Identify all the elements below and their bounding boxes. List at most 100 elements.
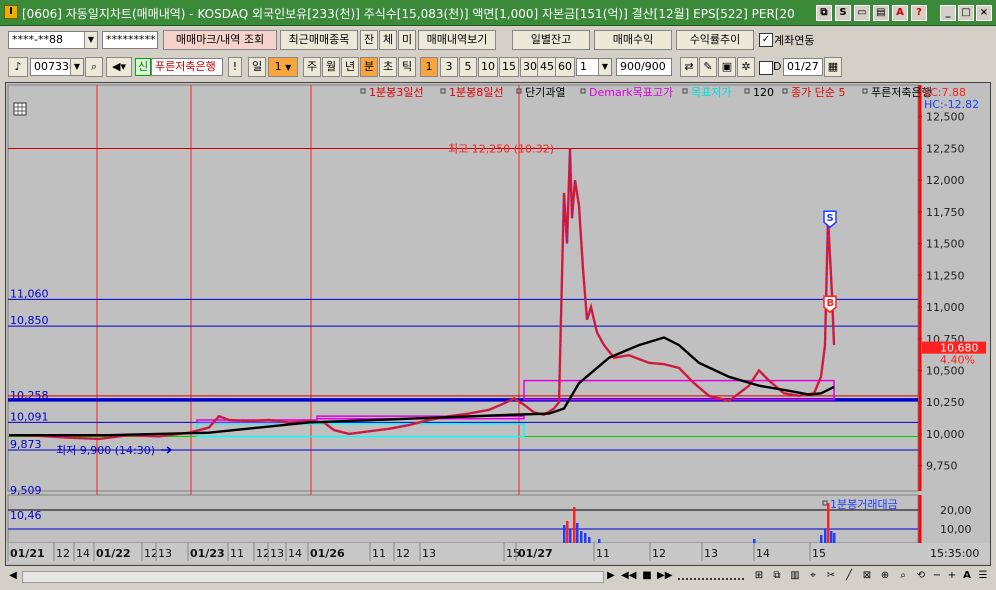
settings-icon[interactable]: S [835, 5, 851, 21]
zoom-in-icon[interactable]: + [945, 569, 959, 583]
count-value: 1 [580, 60, 587, 73]
reset-icon[interactable]: ⟲ [914, 569, 928, 583]
daily-balance-button[interactable]: 일별잔고 [512, 30, 590, 50]
d-checkbox[interactable] [759, 61, 773, 75]
chevron-down-icon[interactable]: ▼ [598, 59, 611, 75]
legend-label: 120 [753, 86, 774, 99]
chart-area[interactable]: 12,500 12,250 12,000 11,750 11,500 11,250 11,0… [5, 82, 991, 566]
search-icon[interactable]: ⌕ [85, 57, 103, 77]
link-icon[interactable]: ⧉ [816, 5, 832, 21]
zoom-out-icon[interactable]: − [930, 569, 944, 583]
pin-icon[interactable]: ♪ [8, 57, 28, 77]
alert-button[interactable]: ! [228, 57, 242, 77]
password-field[interactable]: ********* [102, 31, 158, 49]
x-tick-label: 11 [596, 547, 610, 560]
toolbar-row-2: ♪ 007330 ▼ ⌕ ◀▾ 신 푸른저축은행 ! 일 1 ▼ 주 월 년 분… [0, 55, 996, 81]
help-icon[interactable]: ? [911, 5, 927, 21]
price-chart[interactable]: 12,500 12,250 12,000 11,750 11,500 11,250 11,0… [6, 83, 990, 565]
range-field[interactable]: 900/900 [616, 58, 672, 76]
x-tick-label: 11 [372, 547, 386, 560]
play-icon[interactable]: ▶▶ [657, 569, 672, 583]
chevron-down-icon[interactable]: ▼ [84, 32, 97, 48]
count-select[interactable]: 1 ▼ [576, 58, 612, 76]
return-trend-button[interactable]: 수익률추이 [676, 30, 754, 50]
minute-15-button[interactable]: 15 [499, 57, 519, 77]
cursor-icon[interactable]: ⌖ [806, 569, 820, 583]
period-input[interactable]: 1 ▼ [268, 57, 298, 77]
period-day-tab[interactable]: 일 [248, 57, 266, 77]
minute-10-button[interactable]: 10 [478, 57, 498, 77]
line-icon[interactable]: ╱ [842, 569, 856, 583]
level-label: 10,850 [10, 314, 49, 327]
zoom-icon[interactable]: ⌕ [896, 569, 910, 583]
volume-bar [827, 503, 830, 543]
period-tick-tab[interactable]: 틱 [398, 57, 416, 77]
close-button[interactable]: × [976, 5, 992, 21]
x-tick-label: 12 [396, 547, 410, 560]
scrollbar-track[interactable] [22, 571, 604, 583]
minimize-button[interactable]: _ [940, 5, 956, 21]
legend-item: 단기과열 [516, 86, 565, 99]
gear-icon[interactable]: ✲ [737, 57, 755, 77]
legend-label: 푸른저축은행 [871, 86, 932, 99]
minute-5-button[interactable]: 5 [459, 57, 477, 77]
scroll-left-icon[interactable]: ◀ [6, 569, 20, 583]
copy-icon[interactable]: ⧉ [770, 569, 784, 583]
unfilled-button[interactable]: 미 [398, 30, 416, 50]
level-label: 10,091 [10, 410, 49, 423]
new-badge: 신 [135, 58, 151, 76]
minute-3-button[interactable]: 3 [440, 57, 458, 77]
layers-icon[interactable]: ▥ [788, 569, 802, 583]
trade-profit-button[interactable]: 매매수익 [594, 30, 672, 50]
period-year-tab[interactable]: 년 [341, 57, 359, 77]
scroll-right-icon[interactable]: ▶ [604, 569, 618, 583]
layout-icon[interactable]: ▤ [873, 5, 889, 21]
x-tick-label: 01/23 [190, 547, 225, 560]
marker-label: B [827, 298, 835, 309]
stock-code-select[interactable]: 007330 ▼ [30, 58, 84, 76]
sync-icon[interactable]: ⇄ [680, 57, 698, 77]
minute-45-button[interactable]: 45 [537, 57, 557, 77]
font-icon[interactable]: A [892, 5, 908, 21]
account-link-checkbox[interactable]: ✓ [759, 33, 773, 47]
save-screen-icon[interactable]: ▭ [854, 5, 870, 21]
x-tick-label: 13 [422, 547, 436, 560]
balance-button[interactable]: 잔 [360, 30, 378, 50]
menu-icon[interactable]: ☰ [976, 569, 990, 583]
calendar-icon[interactable]: ▦ [824, 57, 842, 77]
sound-icon[interactable]: ◀▾ [106, 57, 132, 77]
chevron-down-icon[interactable]: ▼ [70, 59, 83, 75]
maximize-button[interactable]: □ [958, 5, 974, 21]
minute-60-button[interactable]: 60 [555, 57, 575, 77]
minute-1-button[interactable]: 1 [420, 57, 438, 77]
draw-icon[interactable]: ✎ [699, 57, 717, 77]
date-field[interactable]: 01/27 [783, 58, 823, 76]
measure-icon[interactable]: ⊠ [860, 569, 874, 583]
period-second-tab[interactable]: 초 [379, 57, 397, 77]
period-month-tab[interactable]: 월 [322, 57, 340, 77]
rewind-icon[interactable]: ◀◀ [621, 569, 636, 583]
trade-mark-query-button[interactable]: 매매마크/내역 조회 [163, 30, 277, 50]
recent-stocks-button[interactable]: 최근매매종목 [280, 30, 358, 50]
font-size-button[interactable]: A [960, 569, 974, 583]
y-tick-label: 11,000 [926, 301, 965, 314]
y-tick-label: 10,250 [926, 396, 965, 409]
grid-icon[interactable]: ⊞ [752, 569, 766, 583]
speed-slider[interactable] [678, 574, 744, 580]
target-icon[interactable]: ⊕ [878, 569, 892, 583]
legend-item: 종가 단순 5 [782, 86, 845, 99]
volume-bar [576, 523, 579, 543]
account-select[interactable]: ****-**88 ▼ [8, 31, 98, 49]
x-axis-time: 15:35:00 [930, 547, 979, 560]
executed-button[interactable]: 체 [379, 30, 397, 50]
stop-icon[interactable]: ■ [640, 569, 654, 583]
period-minute-tab[interactable]: 분 [360, 57, 378, 77]
trade-view-button[interactable]: 매매내역보기 [418, 30, 496, 50]
chevron-down-icon[interactable]: ▼ [285, 63, 291, 72]
stock-name-field[interactable]: 푸른저축은행 [151, 58, 223, 76]
period-week-tab[interactable]: 주 [303, 57, 321, 77]
scissors-icon[interactable]: ✂ [824, 569, 838, 583]
legend-label: 1분봉3일선 [369, 85, 423, 99]
save-icon[interactable]: ▣ [718, 57, 736, 77]
x-tick-label: 01/26 [310, 547, 345, 560]
